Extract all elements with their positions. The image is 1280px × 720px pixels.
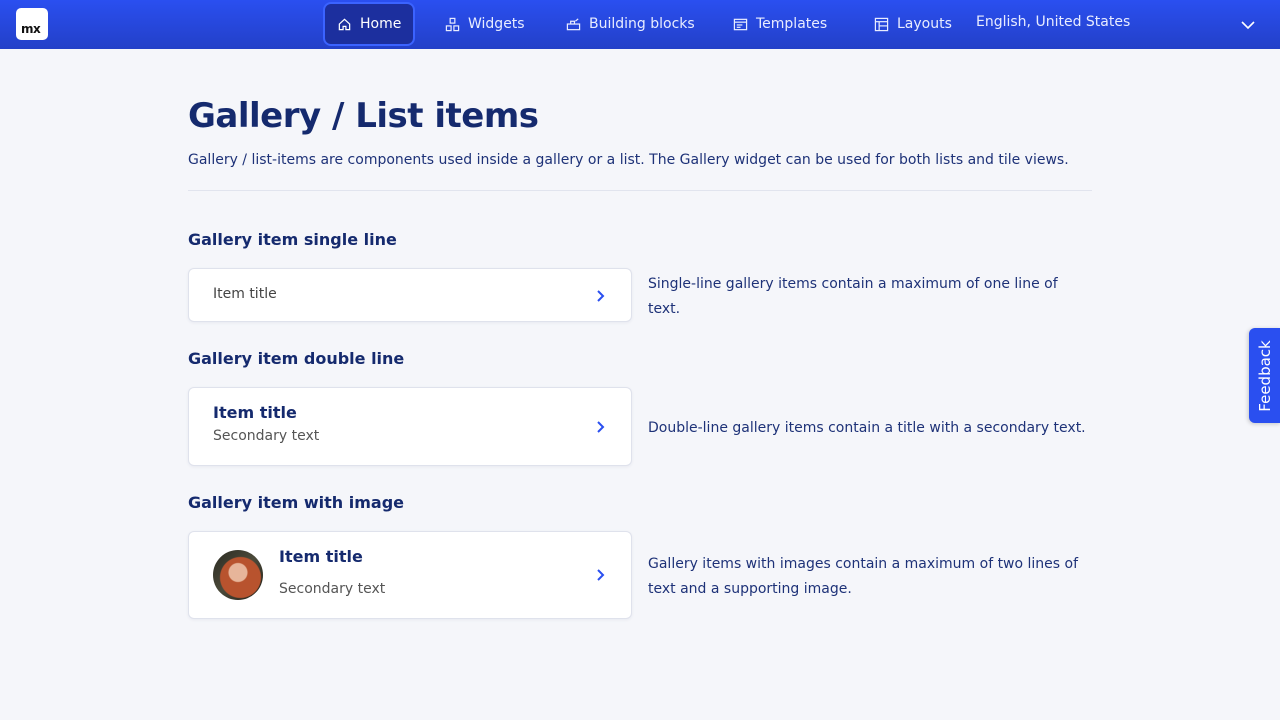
page-title: Gallery / List items (188, 96, 539, 136)
item-title: Item title (213, 286, 277, 302)
feedback-label: Feedback (1256, 339, 1274, 412)
language-selector[interactable]: English, United States (976, 14, 1130, 30)
nav-building-blocks-label: Building blocks (589, 16, 695, 32)
section-title-with-image: Gallery item with image (188, 493, 404, 512)
nav-templates-label: Templates (756, 16, 828, 32)
nav-building-blocks[interactable]: Building blocks (554, 4, 707, 44)
divider (188, 190, 1092, 191)
logo[interactable]: mx (16, 8, 48, 40)
chevron-right-icon (597, 290, 605, 302)
section-description-single-line: Single-line gallery items contain a maxi… (648, 276, 1058, 317)
nav-widgets[interactable]: Widgets (433, 4, 537, 44)
nav-layouts-label: Layouts (897, 16, 952, 32)
top-navigation-bar: mx Home Widgets Building blocks Template… (0, 0, 1280, 49)
item-title: Item title (213, 403, 297, 422)
section-title-double-line: Gallery item double line (188, 349, 405, 368)
nav-templates[interactable]: Templates (721, 4, 839, 44)
item-title: Item title (279, 547, 363, 566)
layouts-icon (874, 17, 889, 31)
nav-home[interactable]: Home (325, 4, 414, 44)
widgets-icon (445, 17, 460, 31)
home-icon (338, 18, 351, 30)
templates-icon (733, 18, 748, 30)
section-description-with-image: Gallery items with images contain a maxi… (648, 556, 1079, 597)
logo-text: mx (21, 22, 41, 36)
gallery-item-single-line[interactable]: Item title (188, 268, 632, 322)
chevron-right-icon (597, 569, 605, 581)
page-description: Gallery / list-items are components used… (188, 152, 1069, 168)
gallery-item-with-image[interactable]: Item title Secondary text (188, 531, 632, 619)
nav-widgets-label: Widgets (468, 16, 525, 32)
gallery-item-double-line[interactable]: Item title Secondary text (188, 387, 632, 466)
nav-layouts[interactable]: Layouts (862, 4, 964, 44)
item-secondary-text: Secondary text (213, 428, 320, 444)
avatar (213, 550, 263, 600)
section-title-single-line: Gallery item single line (188, 230, 397, 249)
chevron-down-icon[interactable] (1238, 15, 1258, 35)
building-blocks-icon (566, 17, 581, 30)
feedback-button[interactable]: Feedback (1249, 328, 1280, 423)
item-secondary-text: Secondary text (279, 581, 386, 597)
nav-home-label: Home (360, 16, 402, 32)
section-description-double-line: Double-line gallery items contain a titl… (648, 420, 1086, 436)
chevron-right-icon (597, 421, 605, 433)
